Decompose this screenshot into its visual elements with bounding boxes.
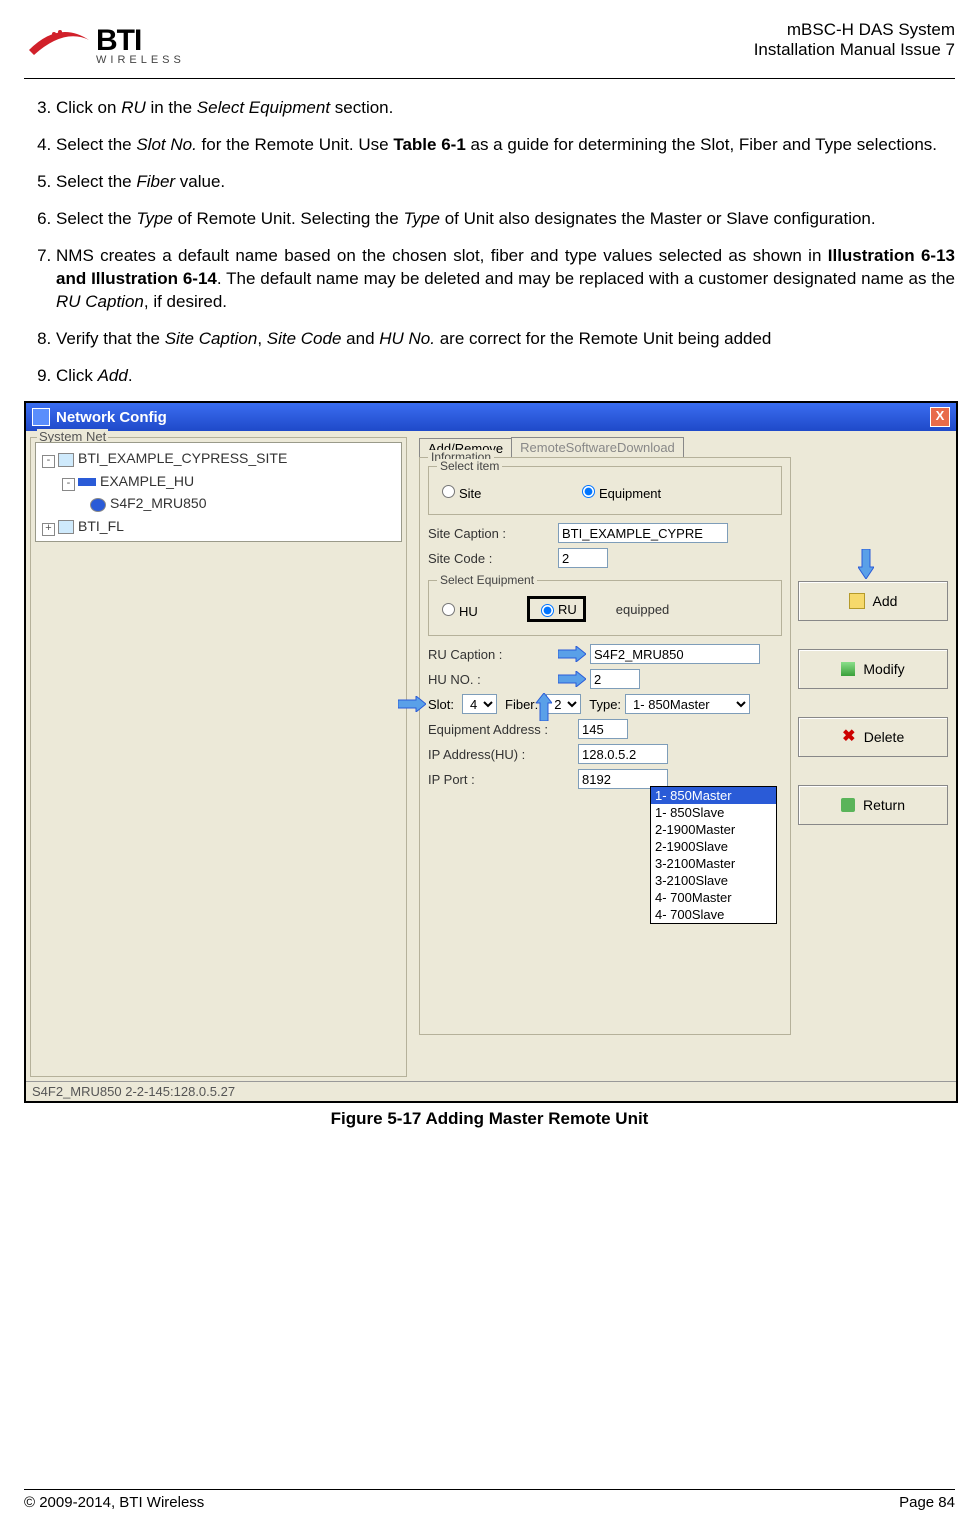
type-select[interactable]: 1- 850Master [625, 694, 750, 714]
logo-subtext: WIRELESS [96, 54, 185, 66]
step-6: Select the Type of Remote Unit. Selectin… [56, 208, 955, 231]
doc-title-1: mBSC-H DAS System [754, 20, 955, 40]
equipment-radio[interactable] [582, 485, 595, 498]
arrow-down-icon [858, 549, 874, 579]
ru-radio[interactable] [541, 604, 554, 617]
hu-no-input[interactable] [590, 669, 640, 689]
window-icon [32, 408, 50, 426]
tree-view[interactable]: -BTI_EXAMPLE_CYPRESS_SITE -EXAMPLE_HU S4… [36, 443, 401, 541]
hu-radio[interactable] [442, 603, 455, 616]
site-caption-input[interactable] [558, 523, 728, 543]
tab-remote-download[interactable]: RemoteSoftwareDownload [511, 437, 684, 457]
logo-icon [24, 20, 94, 70]
return-icon [841, 798, 855, 812]
step-8: Verify that the Site Caption, Site Code … [56, 328, 955, 351]
select-item-label: Select item [437, 459, 502, 473]
network-config-window: Network Config X System Net -BTI_EXAMPLE… [24, 401, 958, 1103]
ip-address-input[interactable] [578, 744, 668, 764]
equipment-address-input[interactable] [578, 719, 628, 739]
return-button[interactable]: Return [798, 785, 948, 825]
figure-caption: Figure 5-17 Adding Master Remote Unit [24, 1109, 955, 1129]
step-4: Select the Slot No. for the Remote Unit.… [56, 134, 955, 157]
step-9: Click Add. [56, 365, 955, 388]
step-7: NMS creates a default name based on the … [56, 245, 955, 314]
delete-icon: ✖ [842, 730, 856, 744]
modify-icon [841, 662, 855, 676]
close-button[interactable]: X [930, 407, 950, 427]
status-bar: S4F2_MRU850 2-2-145:128.0.5.27 [26, 1081, 956, 1101]
site-code-input[interactable] [558, 548, 608, 568]
ru-caption-input[interactable] [590, 644, 760, 664]
add-icon [849, 593, 865, 609]
equipped-label: equipped [616, 602, 670, 617]
footer-right: Page 84 [899, 1494, 955, 1511]
window-title: Network Config [56, 409, 167, 426]
delete-button[interactable]: ✖Delete [798, 717, 948, 757]
add-button[interactable]: Add [798, 581, 948, 621]
select-equipment-label: Select Equipment [437, 573, 537, 587]
step-5: Select the Fiber value. [56, 171, 955, 194]
slot-select[interactable]: 4 [462, 694, 497, 714]
doc-title-2: Installation Manual Issue 7 [754, 40, 955, 60]
footer-left: © 2009-2014, BTI Wireless [24, 1494, 204, 1511]
instruction-list: Click on RU in the Select Equipment sect… [24, 97, 955, 387]
titlebar[interactable]: Network Config X [26, 403, 956, 431]
logo-text: BTI [96, 24, 185, 58]
type-dropdown-list[interactable]: 1- 850Master 1- 850Slave 2-1900Master 2-… [650, 786, 777, 924]
modify-button[interactable]: Modify [798, 649, 948, 689]
step-3: Click on RU in the Select Equipment sect… [56, 97, 955, 120]
site-radio[interactable] [442, 485, 455, 498]
